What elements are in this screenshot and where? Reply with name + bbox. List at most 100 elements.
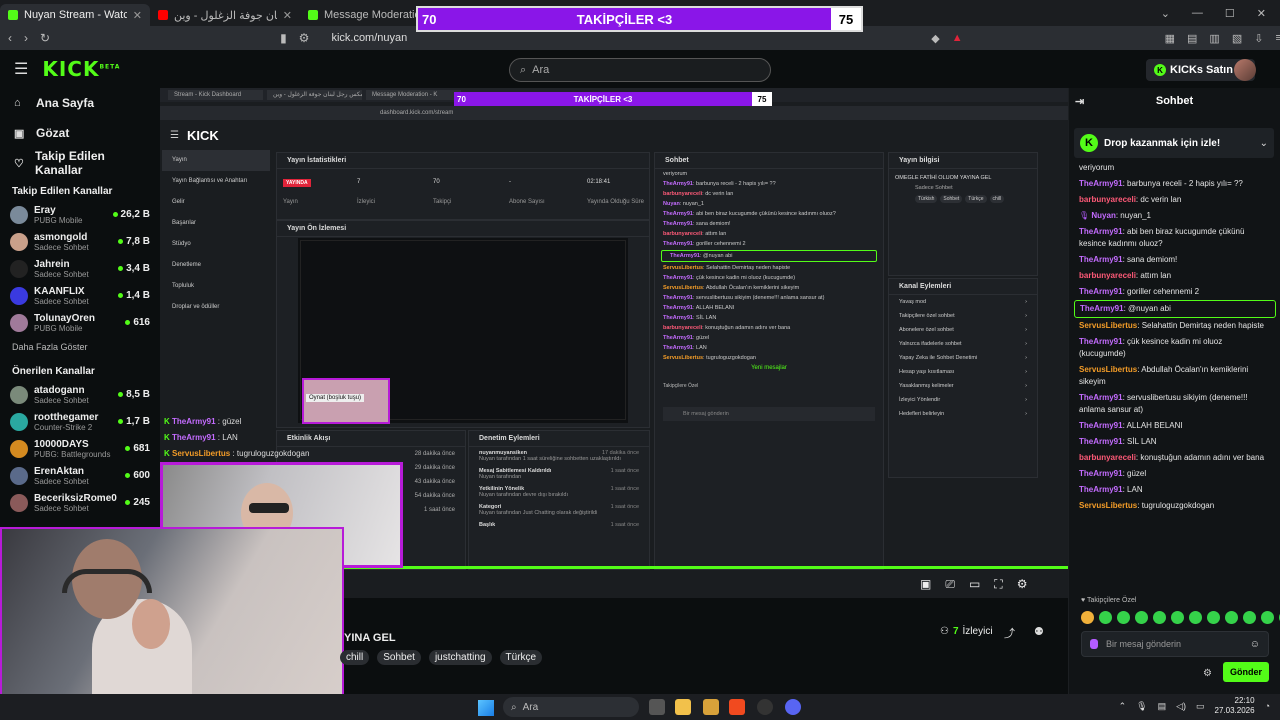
chat-username[interactable]: barbunyareceli <box>1079 195 1136 204</box>
channel-item[interactable]: BeceriksizRome0 Sadece Sohbet 245 <box>0 489 160 516</box>
shield-icon[interactable]: ◆ <box>931 32 939 45</box>
collapse-chat-icon[interactable]: ⇥ <box>1075 95 1084 108</box>
close-tab-icon[interactable]: ✕ <box>133 9 142 22</box>
settings-gear-icon[interactable]: ⚙ <box>1017 577 1028 592</box>
emote-icon[interactable] <box>1171 611 1184 624</box>
chat-username[interactable]: TheArmy91 <box>1080 304 1124 313</box>
chat-username[interactable]: TheArmy91 <box>1079 255 1123 264</box>
fullscreen-icon[interactable]: ⛶ <box>994 577 1002 592</box>
stream-tag[interactable]: justchatting <box>428 650 492 665</box>
emote-icon[interactable] <box>1243 611 1256 624</box>
close-tab-icon[interactable]: ✕ <box>283 9 292 22</box>
site-info-icon[interactable]: ⚙ <box>299 31 310 45</box>
chat-username[interactable]: ServusLibertus <box>1079 321 1137 330</box>
emote-icon[interactable] <box>1189 611 1202 624</box>
chat-username[interactable]: TheArmy91 <box>1079 469 1123 478</box>
channel-item[interactable]: rootthegamer Counter-Strike 2 1,7 B <box>0 408 160 435</box>
obs-icon[interactable] <box>757 699 773 715</box>
chat-username[interactable]: Nuyan <box>1091 211 1115 220</box>
battery-icon[interactable]: ▭ <box>1196 701 1205 712</box>
hamburger-menu-icon[interactable]: ☰ <box>14 59 28 79</box>
close-window-icon[interactable]: ✕ <box>1257 7 1266 20</box>
emote-icon[interactable] <box>1135 611 1148 624</box>
nav-item-2[interactable]: ♡ Takip Edilen Kanallar <box>0 148 160 178</box>
send-button[interactable]: Gönder <box>1223 662 1269 682</box>
reader-icon[interactable]: ▧ <box>1232 32 1242 45</box>
drop-banner[interactable]: K Drop kazanmak için izle! ⌄ <box>1074 128 1274 158</box>
reload-icon[interactable]: ↻ <box>40 31 50 45</box>
microphone-icon[interactable]: 🎙 <box>1136 701 1147 712</box>
emote-icon[interactable] <box>1081 611 1094 624</box>
channel-item[interactable]: Eray PUBG Mobile 26,2 B <box>0 201 160 228</box>
chat-username[interactable]: TheArmy91 <box>1079 287 1123 296</box>
show-more-link[interactable]: Daha Fazla Göster <box>0 336 160 358</box>
chat-input[interactable]: Bir mesaj gönderin ☺ <box>1081 631 1269 657</box>
emoji-icon[interactable]: ☺ <box>1250 639 1260 650</box>
stream-tag[interactable]: Sohbet <box>377 650 421 665</box>
chat-username[interactable]: ServusLibertus <box>1079 365 1137 374</box>
emote-icon[interactable] <box>1261 611 1274 624</box>
chat-username[interactable]: ServusLibertus <box>1079 501 1137 510</box>
nav-item-1[interactable]: ▣ Gözat <box>0 118 160 148</box>
chat-settings-icon[interactable]: ⚙ <box>1203 668 1212 679</box>
stream-tag[interactable]: chill <box>340 650 370 665</box>
channel-item[interactable]: 10000DAYS PUBG: Battlegrounds 681 <box>0 435 160 462</box>
chevron-down-icon[interactable]: ⌄ <box>1260 138 1268 149</box>
channel-item[interactable]: atadogann Sadece Sohbet 8,5 B <box>0 381 160 408</box>
chat-username[interactable]: TheArmy91 <box>1079 393 1123 402</box>
url-field[interactable]: kick.com/nuyan <box>331 32 407 44</box>
chat-username[interactable]: barbunyareceli <box>1079 271 1136 280</box>
rewards-icon[interactable]: ▲ <box>952 32 963 45</box>
volume-icon[interactable]: ◁) <box>1176 701 1186 712</box>
sidebar-icon[interactable]: ▤ <box>1187 32 1197 45</box>
menu-dots-icon[interactable]: ≡ <box>1275 32 1280 45</box>
add-user-icon[interactable]: ⚉ <box>1034 625 1044 638</box>
cast-icon[interactable]: ⎚ <box>945 577 955 592</box>
tray-chevron-icon[interactable]: ⌃ <box>1119 701 1127 712</box>
channel-item[interactable]: TolunayOren PUBG Mobile 616 <box>0 309 160 336</box>
nav-item-0[interactable]: ⌂ Ana Sayfa <box>0 88 160 118</box>
emote-icon[interactable] <box>1117 611 1130 624</box>
bookmark-icon[interactable]: ▮ <box>280 31 287 45</box>
channel-item[interactable]: ErenAktan Sadece Sohbet 600 <box>0 462 160 489</box>
pip-icon[interactable]: ▭ <box>969 577 980 592</box>
taskbar-search[interactable]: ⌕ Ara <box>503 697 639 717</box>
clock[interactable]: 22:10 27.03.2026 <box>1215 696 1255 716</box>
extension-icon[interactable]: ▦ <box>1165 32 1175 45</box>
emote-icon[interactable] <box>1099 611 1112 624</box>
chat-username[interactable]: barbunyareceli <box>1079 453 1136 462</box>
chat-username[interactable]: TheArmy91 <box>1079 421 1123 430</box>
task-view-icon[interactable] <box>649 699 665 715</box>
maximize-icon[interactable]: ☐ <box>1225 7 1235 20</box>
chat-username[interactable]: TheArmy91 <box>1079 485 1123 494</box>
emote-icon[interactable] <box>1153 611 1166 624</box>
tab-search-icon[interactable]: ⌄ <box>1161 7 1170 20</box>
chat-username[interactable]: TheArmy91 <box>1079 227 1123 236</box>
emote-icon[interactable] <box>1225 611 1238 624</box>
channel-item[interactable]: KAANFLIX Sadece Sohbet 1,4 B <box>0 282 160 309</box>
search-input[interactable]: ⌕ Ara <box>509 58 771 82</box>
kick-logo[interactable]: KICKBETA <box>42 57 120 81</box>
network-icon[interactable]: ▤ <box>1158 701 1167 712</box>
brave-browser-icon[interactable] <box>729 699 745 715</box>
channel-item[interactable]: Jahrein Sadece Sohbet 3,4 B <box>0 255 160 282</box>
notifications-icon[interactable]: ◔ <box>1265 701 1270 711</box>
theater-mode-icon[interactable]: ▣ <box>920 577 931 592</box>
back-icon[interactable]: ‹ <box>8 31 12 45</box>
minimize-icon[interactable]: — <box>1192 7 1203 19</box>
chat-username[interactable]: TheArmy91 <box>1079 179 1123 188</box>
file-explorer-icon[interactable] <box>675 699 691 715</box>
stream-tag[interactable]: Türkçe <box>499 650 543 665</box>
share-icon[interactable]: ⤴ <box>1004 625 1015 641</box>
chat-username[interactable]: TheArmy91 <box>1079 337 1123 346</box>
browser-tab[interactable]: ريمكس رجل لبنان جوفة الزغلول - وين ✕ <box>150 4 300 26</box>
downloads-icon[interactable]: ⇩ <box>1254 32 1263 45</box>
wallet-icon[interactable]: ▥ <box>1209 32 1219 45</box>
browser-tab[interactable]: Nuyan Stream - Watch Live on K ✕ <box>0 4 150 26</box>
forward-icon[interactable]: › <box>24 31 28 45</box>
chat-username[interactable]: TheArmy91 <box>1079 437 1123 446</box>
file-manager-icon[interactable] <box>703 699 719 715</box>
windows-start-icon[interactable] <box>478 700 494 716</box>
emote-icon[interactable] <box>1207 611 1220 624</box>
discord-icon[interactable] <box>785 699 801 715</box>
